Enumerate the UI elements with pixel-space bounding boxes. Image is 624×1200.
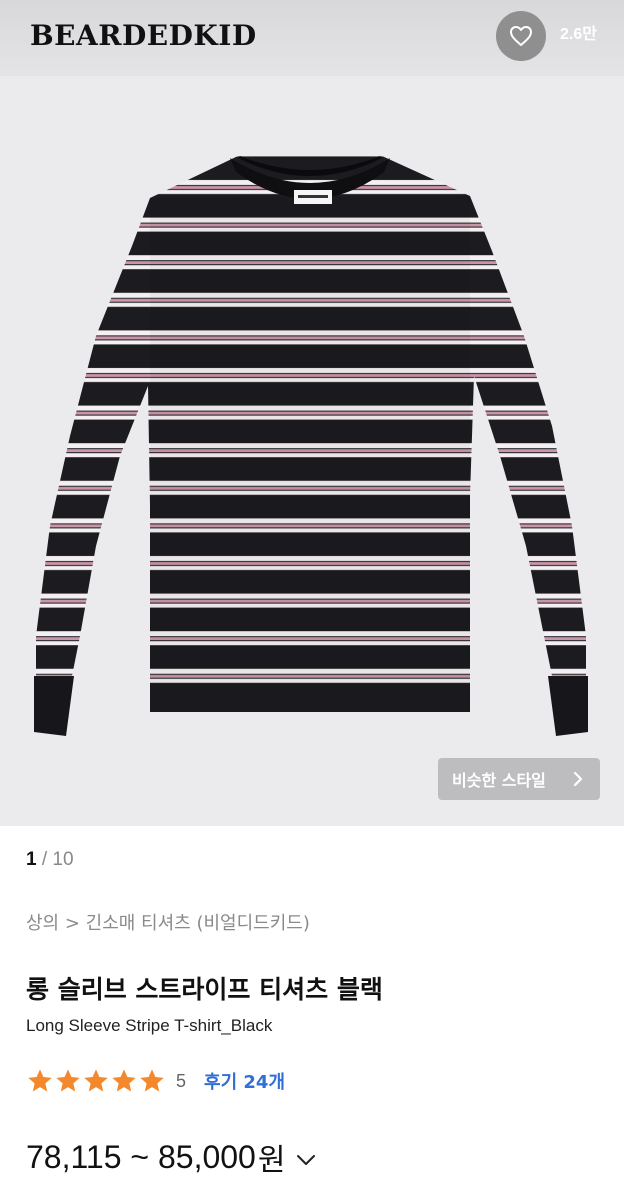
brand-header: BEARDEDKID 2.6만 [0,0,624,76]
product-subtitle: Long Sleeve Stripe T-shirt_Black [26,1016,273,1035]
rating-row: 5 후기 24개 [26,1066,285,1096]
image-pager: 1 / 10 [26,846,74,874]
pager-current: 1 [26,849,37,870]
review-count-link[interactable]: 후기 24개 [204,1068,285,1094]
similar-style-label: 비슷한 스타일 [452,771,546,790]
product-title: 롱 슬리브 스트라이프 티셔츠 블랙 [26,975,383,1004]
star-icon [140,1069,164,1092]
chevron-down-icon[interactable] [295,1153,317,1167]
star-icon [112,1069,136,1092]
like-count: 2.6만 [560,26,597,43]
price-unit: 원 [257,1143,286,1178]
star-icon [56,1069,80,1092]
pager-separator: / [41,849,48,870]
star-icon [28,1069,52,1092]
rating-stars [26,1067,166,1095]
product-image[interactable] [0,76,624,826]
price-range: 78,115 ~ 85,000 [26,1138,256,1175]
product-image-gallery[interactable]: BEARDEDKID 2.6만 비슷한 스타일 [0,0,624,826]
chevron-right-icon [573,771,583,787]
price-row[interactable]: 78,115 ~ 85,000 원 [26,1136,317,1178]
similar-style-button[interactable]: 비슷한 스타일 [438,758,600,800]
rating-value: 5 [176,1070,187,1091]
star-icon [84,1069,108,1092]
heart-outline-icon [510,26,532,46]
brand-logo[interactable]: BEARDEDKID [30,18,257,54]
pager-total: 10 [52,849,74,870]
like-button[interactable] [496,11,546,61]
breadcrumb[interactable]: 상의 > 긴소매 티셔츠 (비얼디드키드) [26,910,310,938]
